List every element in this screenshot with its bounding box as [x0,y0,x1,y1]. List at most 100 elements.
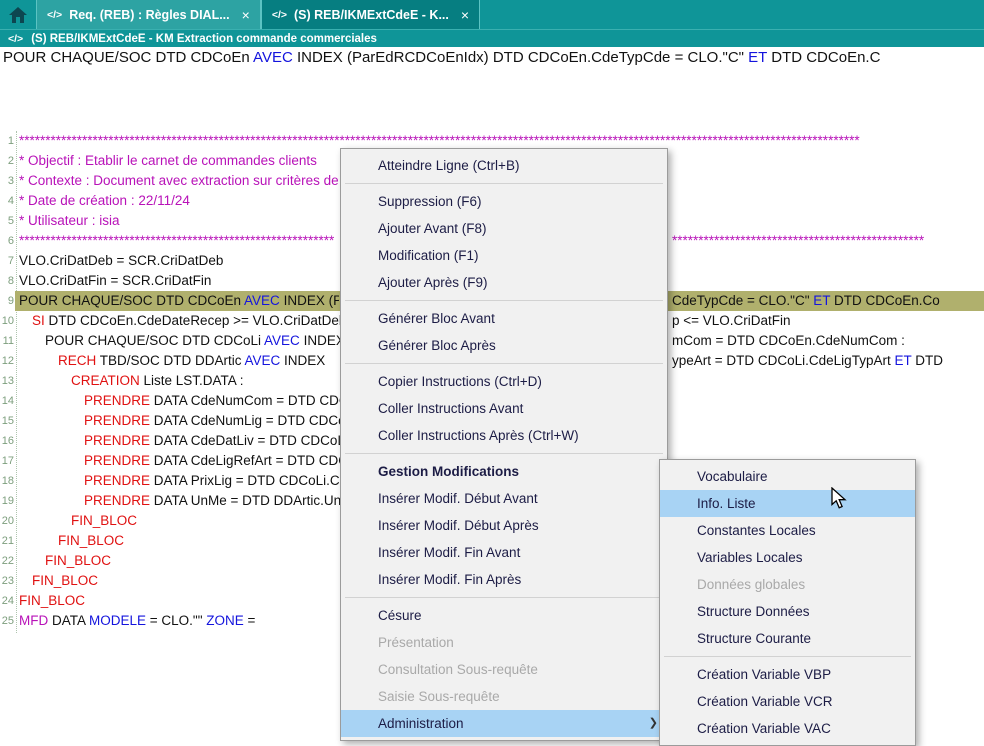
submenu-item-variables-locales[interactable]: Variables Locales [660,544,915,571]
menu-item-label: Structure Données [697,604,810,619]
code-segment: AVEC [253,49,293,66]
mouse-cursor [830,487,850,515]
menu-item-generer-bloc-avant[interactable]: Générer Bloc Avant [341,305,667,332]
line-number: 7 [0,251,14,271]
close-tab-icon[interactable]: × [461,7,469,23]
code-segment: SI [32,313,45,328]
menu-item-coller-instructions-apres-ctrl-w[interactable]: Coller Instructions Après (Ctrl+W) [341,422,667,449]
line-number: 3 [0,171,14,191]
code-segment: FIN_BLOC [32,573,98,588]
code-segment: FIN_BLOC [19,593,85,608]
menu-item-label: Insérer Modif. Début Avant [378,491,538,506]
code-segment: MFD [19,613,48,628]
menu-item-label: Atteindre Ligne (Ctrl+B) [378,158,519,173]
code-segment: POUR CHAQUE/SOC DTD CDCoEn [3,49,253,66]
code-segment: Liste LST.DATA : [140,373,244,388]
tabs-container: </>Req. (REB) : Règles DIAL...×</>(S) RE… [36,0,480,29]
submenu-arrow-icon: ❯ [649,710,658,737]
line-number: 20 [0,511,14,531]
menu-item-gestion-modifications[interactable]: Gestion Modifications [341,458,667,485]
menu-item-label: Insérer Modif. Début Après [378,518,539,533]
code-segment: = CLO."" [146,613,206,628]
menu-item-inserer-modif-debut-avant[interactable]: Insérer Modif. Début Avant [341,485,667,512]
line-number: 8 [0,271,14,291]
line-number: 10 [0,311,14,331]
submenu-item-creation-variable-vbp[interactable]: Création Variable VBP [660,661,915,688]
code-segment: PRENDRE [84,433,150,448]
code-segment: CdeTypCde = CLO."C" [672,293,813,308]
menu-item-inserer-modif-fin-apres[interactable]: Insérer Modif. Fin Après [341,566,667,593]
code-segment: INDEX [280,353,325,368]
menu-item-label: Variables Locales [697,550,803,565]
submenu-item-structure-donnees[interactable]: Structure Données [660,598,915,625]
code-segment: ****************************************… [19,133,860,148]
menu-item-label: Consultation Sous-requête [378,662,538,677]
code-segment: POUR CHAQUE/SOC DTD CDCoLi [45,333,264,348]
line-number: 6 [0,231,14,251]
query-statement-line[interactable]: POUR CHAQUE/SOC DTD CDCoEn AVEC INDEX (P… [0,47,984,68]
code-segment: ZONE [206,613,244,628]
submenu-item-info-liste[interactable]: Info. Liste [660,490,915,517]
menu-item-cesure[interactable]: Césure [341,602,667,629]
tab-1[interactable]: </>Req. (REB) : Règles DIAL...× [36,0,261,29]
menu-item-label: Données globales [697,577,805,592]
document-header: </> (S) REB/IKMExtCdeE - KM Extraction c… [0,29,984,47]
menu-item-label: Copier Instructions (Ctrl+D) [378,374,542,389]
tab-bar: </>Req. (REB) : Règles DIAL...×</>(S) RE… [0,0,984,29]
menu-item-ajouter-apres-f9[interactable]: Ajouter Après (F9) [341,269,667,296]
code-segment: PRENDRE [84,493,150,508]
line-number: 16 [0,431,14,451]
line-number: 24 [0,591,14,611]
menu-item-consultation-sous-requete: Consultation Sous-requête [341,656,667,683]
code-segment: TBD/SOC DTD DDArtic [96,353,244,368]
administration-submenu: Vocabulaire Info. Liste Constantes Locales… [659,459,916,746]
code-segment: * Contexte : Document avec extraction su… [19,173,339,188]
menu-item-inserer-modif-debut-apres[interactable]: Insérer Modif. Début Après [341,512,667,539]
menu-separator [341,593,667,602]
menu-item-label: Vocabulaire [697,469,768,484]
code-segment: ET [813,293,830,308]
line-number: 21 [0,531,14,551]
menu-separator [341,449,667,458]
menu-item-label: Création Variable VBP [697,667,831,682]
code-segment: VLO.CriDatFin = SCR.CriDatFin [19,273,211,288]
code-segment: DTD [911,353,943,368]
menu-item-administration[interactable]: Administration❯ [341,710,667,737]
menu-item-suppression-f6[interactable]: Suppression (F6) [341,188,667,215]
menu-item-coller-instructions-avant[interactable]: Coller Instructions Avant [341,395,667,422]
code-icon: </> [47,9,62,21]
close-tab-icon[interactable]: × [242,7,250,23]
code-segment: ET [894,353,911,368]
submenu-item-vocabulaire[interactable]: Vocabulaire [660,463,915,490]
code-segment: FIN_BLOC [58,533,124,548]
line-number: 15 [0,411,14,431]
submenu-item-creation-variable-vac[interactable]: Création Variable VAC [660,715,915,742]
code-segment: ypeArt = DTD CDCoLi.CdeLigTypArt [672,353,894,368]
menu-item-label: Césure [378,608,422,623]
code-segment: mCom = DTD CDCoEn.CdeNumCom : [672,333,905,348]
home-button[interactable] [0,0,36,29]
submenu-item-donnees-globales: Données globales [660,571,915,598]
menu-item-atteindre-ligne-ctrl-b[interactable]: Atteindre Ligne (Ctrl+B) [341,152,667,179]
code-segment: p <= VLO.CriDatFin [672,313,791,328]
code-segment: POUR CHAQUE/SOC DTD CDCoEn [19,293,244,308]
menu-item-generer-bloc-apres[interactable]: Générer Bloc Après [341,332,667,359]
tab-2[interactable]: </>(S) REB/IKMExtCdeE - K...× [261,0,480,29]
app-window: </>Req. (REB) : Règles DIAL...×</>(S) RE… [0,0,984,744]
submenu-item-creation-variable-vcr[interactable]: Création Variable VCR [660,688,915,715]
submenu-item-constantes-locales[interactable]: Constantes Locales [660,517,915,544]
menu-item-inserer-modif-fin-avant[interactable]: Insérer Modif. Fin Avant [341,539,667,566]
code-segment: FIN_BLOC [71,513,137,528]
code-segment: ET [748,49,767,66]
menu-item-label: Info. Liste [697,496,756,511]
line-number: 25 [0,611,14,631]
menu-item-copier-instructions-ctrl-d[interactable]: Copier Instructions (Ctrl+D) [341,368,667,395]
menu-item-label: Création Variable VCR [697,694,833,709]
menu-separator [341,179,667,188]
submenu-item-structure-courante[interactable]: Structure Courante [660,625,915,652]
menu-item-label: Structure Courante [697,631,811,646]
line-number: 4 [0,191,14,211]
menu-item-ajouter-avant-f8[interactable]: Ajouter Avant (F8) [341,215,667,242]
menu-item-modification-f1[interactable]: Modification (F1) [341,242,667,269]
code-segment: * Objectif : Etablir le carnet de comman… [19,153,317,168]
